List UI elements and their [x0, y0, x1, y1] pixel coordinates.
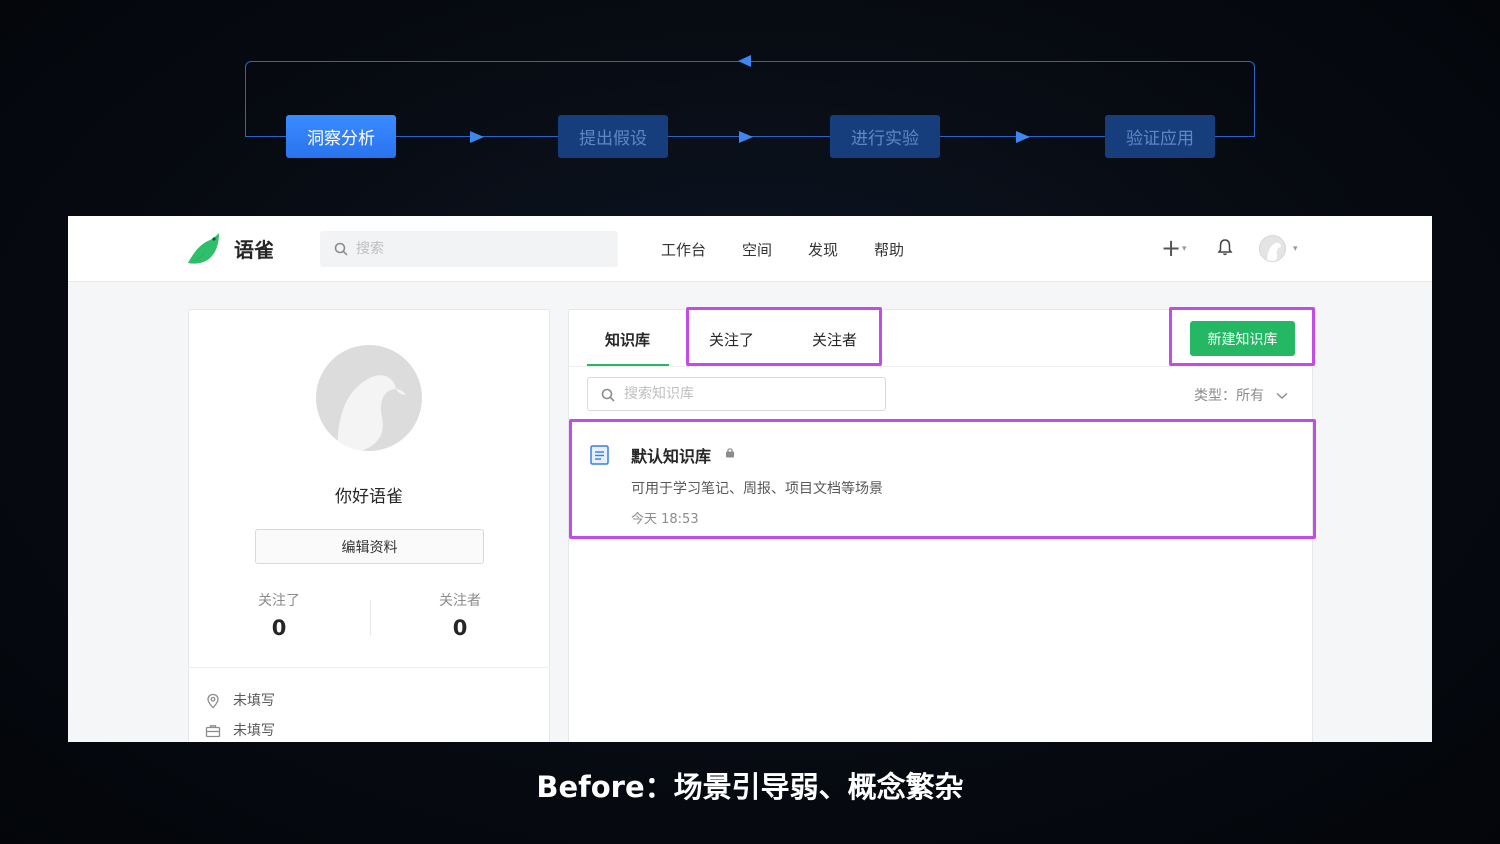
bell-icon[interactable] [1217, 238, 1233, 256]
briefcase-icon [205, 725, 221, 738]
type-filter-label: 类型：所有 [1194, 388, 1264, 404]
nav-explore[interactable]: 发现 [808, 239, 838, 260]
location-pin-icon [207, 693, 219, 709]
avatar[interactable] [1259, 235, 1286, 262]
profile-avatar [316, 345, 422, 451]
nav-workbench[interactable]: 工作台 [661, 239, 706, 260]
highlight-box-tabs [686, 307, 882, 366]
flow-loop-line [245, 61, 1255, 137]
tab-repos[interactable]: 知识库 [605, 329, 650, 350]
flow-arrow-icon [1016, 131, 1030, 143]
highlight-box-repo-item [569, 419, 1316, 539]
divider [189, 667, 549, 668]
followers-label[interactable]: 关注者 [400, 590, 520, 610]
user-avatar-icon [1267, 242, 1281, 261]
flow-step-insight: 洞察分析 [286, 115, 396, 158]
nav-help[interactable]: 帮助 [874, 239, 904, 260]
chevron-down-icon[interactable]: ▾ [1182, 244, 1187, 254]
following-label[interactable]: 关注了 [219, 590, 339, 610]
type-filter-dropdown[interactable]: 类型：所有 [1194, 385, 1288, 405]
search-icon [601, 388, 615, 402]
repo-search-input[interactable] [624, 378, 874, 410]
flow-step-validate: 验证应用 [1105, 115, 1215, 158]
following-count[interactable]: 0 [219, 616, 339, 640]
search-input[interactable] [356, 231, 606, 267]
stat-divider [370, 600, 371, 636]
yuque-logo-icon[interactable] [186, 232, 222, 266]
chevron-down-icon [1276, 392, 1288, 399]
user-avatar-icon [337, 375, 406, 451]
flow-arrow-icon [739, 131, 753, 143]
flow-arrow-icon [470, 131, 484, 143]
tabs-divider [569, 366, 1314, 367]
highlight-box-new-button [1169, 307, 1315, 366]
followers-count[interactable]: 0 [400, 616, 520, 640]
location-text: 未填写 [233, 693, 275, 709]
loop-arrow-icon [738, 55, 751, 67]
nav-space[interactable]: 空间 [742, 239, 772, 260]
repo-search[interactable] [587, 377, 886, 411]
chevron-down-icon[interactable]: ▾ [1293, 244, 1298, 254]
plus-icon[interactable]: + [1161, 234, 1181, 262]
flow-step-hypothesis: 提出假设 [558, 115, 668, 158]
app-name[interactable]: 语雀 [234, 234, 274, 263]
company-row: 未填写 [205, 720, 275, 740]
location-row: 未填写 [205, 690, 275, 710]
profile-card: 你好语雀 编辑资料 关注了 0 关注者 0 未填写 未填写 [188, 309, 550, 742]
company-text: 未填写 [233, 723, 275, 739]
global-search[interactable] [320, 231, 618, 267]
top-navigation-bar: 语雀 工作台 空间 发现 帮助 + ▾ ▾ [68, 216, 1432, 282]
profile-name: 你好语雀 [335, 487, 403, 507]
edit-profile-button[interactable]: 编辑资料 [255, 529, 484, 564]
search-icon [334, 242, 348, 256]
slide-caption: Before：场景引导弱、概念繁杂 [536, 770, 964, 804]
app-window: 语雀 工作台 空间 发现 帮助 + ▾ ▾ [68, 216, 1432, 742]
flow-step-experiment: 进行实验 [830, 115, 940, 158]
